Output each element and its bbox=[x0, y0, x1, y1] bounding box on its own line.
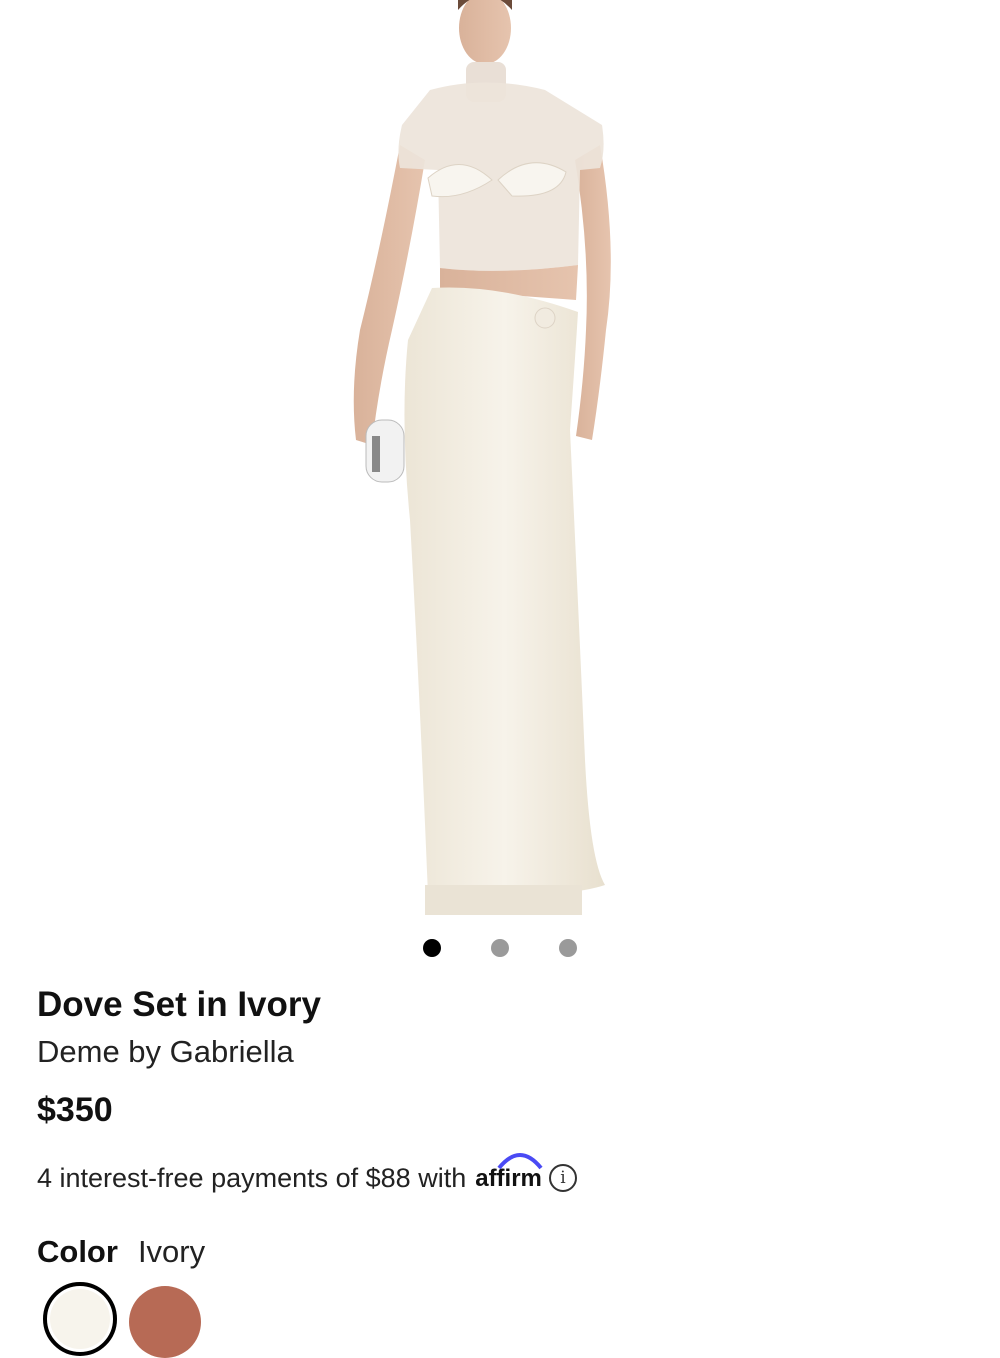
selected-color-value: Ivory bbox=[137, 1234, 206, 1269]
financing-text: 4 interest-free payments of $88 with bbox=[37, 1163, 467, 1193]
carousel-dot-1[interactable] bbox=[423, 939, 441, 957]
affirm-arc-icon bbox=[497, 1153, 543, 1170]
color-selector-header: Color Ivory bbox=[37, 1232, 967, 1272]
info-circle-icon[interactable]: i bbox=[548, 1164, 577, 1192]
product-title: Dove Set in Ivory bbox=[37, 985, 321, 1024]
color-swatches bbox=[43, 1282, 201, 1358]
swatch-brown[interactable] bbox=[129, 1286, 201, 1358]
product-price: $350 bbox=[37, 1091, 113, 1129]
product-photo bbox=[353, 0, 611, 915]
swatch-ivory[interactable] bbox=[43, 1282, 117, 1356]
product-info: Dove Set in Ivory Deme by Gabriella $350… bbox=[37, 982, 967, 1272]
product-image[interactable] bbox=[0, 0, 1000, 915]
affirm-financing[interactable]: 4 interest-free payments of $88 with aff… bbox=[37, 1153, 967, 1196]
carousel-indicator bbox=[0, 939, 1000, 959]
color-label: Color bbox=[37, 1234, 118, 1269]
product-brand[interactable]: Deme by Gabriella bbox=[37, 1032, 967, 1072]
carousel-dot-3[interactable] bbox=[559, 939, 577, 957]
carousel-dot-2[interactable] bbox=[491, 939, 509, 957]
affirm-logo: affirm bbox=[475, 1153, 543, 1196]
